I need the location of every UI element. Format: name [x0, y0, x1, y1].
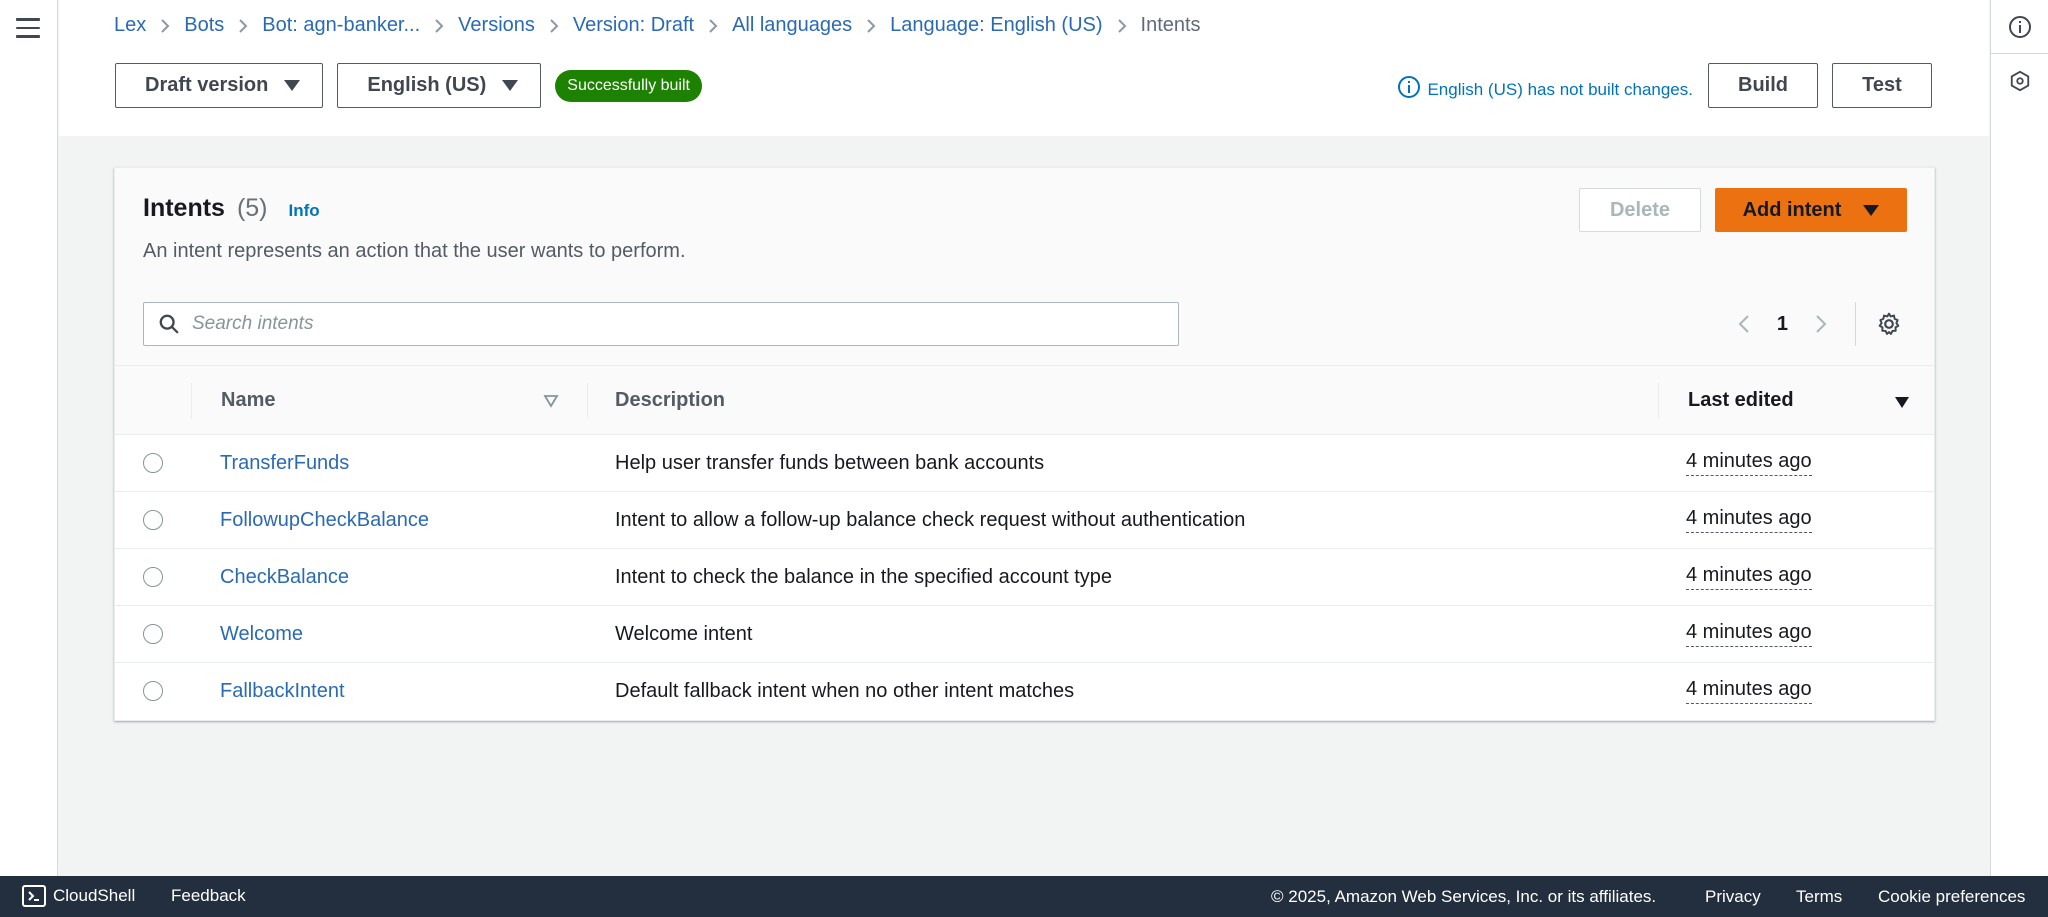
search-input[interactable] [192, 313, 1092, 335]
caret-down-icon [502, 80, 519, 91]
add-intent-button[interactable]: Add intent [1715, 188, 1907, 232]
chevron-right-icon [708, 18, 718, 34]
terminal-icon [22, 885, 46, 907]
table-row: Welcome Welcome intent 4 minutes ago [115, 606, 1934, 663]
search-box [143, 302, 1179, 346]
breadcrumb-bots[interactable]: Bots [184, 14, 224, 37]
intent-name-link[interactable]: FallbackIntent [220, 680, 345, 703]
last-edited-time: 4 minutes ago [1686, 678, 1812, 704]
intent-description: Intent to check the balance in the speci… [615, 566, 1112, 588]
table-row: TransferFunds Help user transfer funds b… [115, 435, 1934, 492]
pager-divider [1855, 302, 1856, 346]
terms-link[interactable]: Terms [1796, 887, 1842, 907]
table-row: FollowupCheckBalance Intent to allow a f… [115, 492, 1934, 549]
search-icon [158, 313, 180, 335]
last-edited-time: 4 minutes ago [1686, 450, 1812, 476]
version-dropdown-label: Draft version [145, 74, 269, 96]
copyright-text: © 2025, Amazon Web Services, Inc. or its… [1271, 887, 1657, 906]
intents-panel: Intents (5) Info An intent represents an… [114, 167, 1935, 721]
column-divider [587, 383, 588, 419]
chevron-right-icon [434, 18, 444, 34]
breadcrumb-bot[interactable]: Bot: agn-banker... [262, 14, 420, 37]
right-tools-rail [1990, 0, 2048, 876]
column-divider [191, 383, 192, 419]
menu-icon[interactable] [16, 18, 40, 38]
row-radio[interactable] [143, 567, 163, 587]
intent-name-link[interactable]: Welcome [220, 623, 303, 646]
intents-panel-header: Intents (5) Info An intent represents an… [115, 168, 1934, 366]
build-status-text: English (US) has not built changes. [1427, 79, 1693, 99]
breadcrumb-intents: Intents [1140, 14, 1201, 36]
cookie-preferences-link[interactable]: Cookie preferences [1878, 887, 2025, 907]
sort-descending-icon[interactable] [1894, 392, 1910, 415]
intent-name-link[interactable]: TransferFunds [220, 452, 349, 475]
cloudshell-label: CloudShell [53, 886, 136, 905]
intent-description: Welcome intent [615, 623, 753, 645]
caret-down-icon [284, 80, 301, 91]
pagination: 1 [1731, 306, 1834, 342]
last-edited-time: 4 minutes ago [1686, 564, 1812, 590]
column-header-name[interactable]: Name [221, 366, 275, 435]
breadcrumb: Lex Bots Bot: agn-banker... Versions Ver… [114, 14, 1201, 37]
intents-description: An intent represents an action that the … [143, 240, 686, 262]
column-header-last-edited[interactable]: Last edited [1688, 366, 1794, 435]
intents-title: Intents [143, 194, 225, 222]
version-dropdown[interactable]: Draft version [115, 63, 324, 108]
chevron-right-icon [549, 18, 559, 34]
table-header: Name Description Last edited [115, 366, 1934, 435]
page-number[interactable]: 1 [1777, 313, 1788, 336]
delete-button[interactable]: Delete [1579, 188, 1701, 232]
caret-down-icon [1863, 204, 1880, 216]
shortcuts-icon[interactable] [1991, 54, 2048, 108]
breadcrumb-versions[interactable]: Versions [458, 14, 535, 37]
version-bar: Draft version English (US) Successfully … [115, 63, 702, 108]
intent-name-link[interactable]: FollowupCheckBalance [220, 509, 429, 532]
chevron-right-icon [160, 18, 170, 34]
build-status-badge: Successfully built [555, 69, 702, 102]
intent-description: Intent to allow a follow-up balance chec… [615, 509, 1246, 531]
info-link[interactable]: Info [289, 201, 320, 221]
chevron-right-icon [1117, 18, 1127, 34]
last-edited-time: 4 minutes ago [1686, 621, 1812, 647]
row-radio[interactable] [143, 510, 163, 530]
last-edited-time: 4 minutes ago [1686, 507, 1812, 533]
row-radio[interactable] [143, 624, 163, 644]
breadcrumb-language[interactable]: Language: English (US) [890, 14, 1102, 37]
build-button[interactable]: Build [1708, 63, 1818, 108]
info-circle-icon [1397, 75, 1421, 104]
column-header-description: Description [615, 389, 726, 411]
chevron-left-icon[interactable] [1731, 306, 1757, 342]
table-row: FallbackIntent Default fallback intent w… [115, 663, 1934, 720]
test-button[interactable]: Test [1832, 63, 1932, 108]
privacy-link[interactable]: Privacy [1705, 887, 1761, 907]
chevron-right-icon [238, 18, 248, 34]
left-nav-rail [0, 0, 58, 876]
breadcrumb-lex[interactable]: Lex [114, 14, 146, 37]
row-radio[interactable] [143, 681, 163, 701]
panel-title: Intents (5) Info [143, 194, 320, 223]
intent-name-link[interactable]: CheckBalance [220, 566, 349, 589]
gear-icon[interactable] [1874, 309, 1904, 339]
add-intent-label: Add intent [1742, 198, 1842, 221]
page-header: Lex Bots Bot: agn-banker... Versions Ver… [59, 0, 1989, 136]
breadcrumb-version-draft[interactable]: Version: Draft [573, 14, 694, 37]
footer: CloudShell Feedback © 2025, Amazon Web S… [0, 876, 2048, 917]
intents-count: (5) [236, 194, 268, 222]
sort-icon[interactable] [543, 391, 559, 414]
feedback-link[interactable]: Feedback [171, 886, 246, 906]
language-dropdown[interactable]: English (US) [337, 63, 542, 108]
row-radio[interactable] [143, 453, 163, 473]
column-divider [1658, 383, 1659, 419]
info-panel-icon[interactable] [1991, 0, 2048, 54]
chevron-right-icon[interactable] [1808, 306, 1834, 342]
intents-table: Name Description Last edited TransferFun… [115, 366, 1934, 720]
breadcrumb-all-languages[interactable]: All languages [732, 14, 852, 37]
language-dropdown-label: English (US) [367, 74, 487, 96]
intent-description: Help user transfer funds between bank ac… [615, 452, 1045, 474]
chevron-right-icon [866, 18, 876, 34]
intent-description: Default fallback intent when no other in… [615, 680, 1075, 702]
cloudshell-button[interactable]: CloudShell [22, 885, 135, 907]
table-row: CheckBalance Intent to check the balance… [115, 549, 1934, 606]
build-status-message: English (US) has not built changes. [1397, 75, 1693, 104]
